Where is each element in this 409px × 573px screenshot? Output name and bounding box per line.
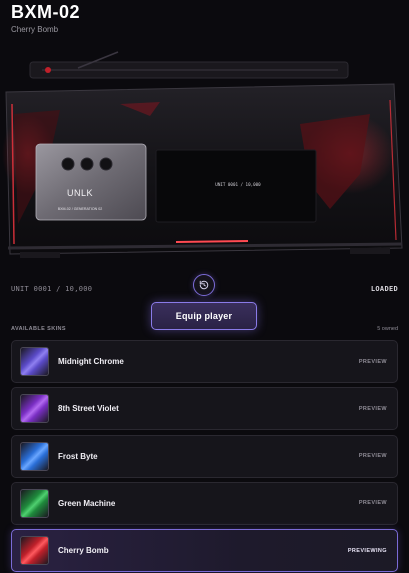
skin-item-green-machine[interactable]: Green Machine PREVIEW [11, 481, 398, 525]
device-brand: UNLK [67, 188, 93, 198]
skin-swatch [20, 347, 49, 376]
header: BXM-02 Cherry Bomb [11, 0, 80, 34]
skin-status[interactable]: PREVIEW [359, 406, 387, 412]
skin-swatch [20, 441, 49, 471]
skin-name: Green Machine [58, 498, 116, 508]
load-status: LOADED [370, 285, 398, 293]
skin-swatch [20, 394, 49, 424]
device-plate-caption: BXM-02 / GENERATION 02 [58, 207, 102, 211]
rotate-button[interactable] [193, 274, 215, 296]
skin-name: Cherry Bomb [58, 546, 109, 556]
rotate-ccw-icon [199, 280, 209, 290]
skins-owned-count: 5 owned [377, 326, 398, 332]
skin-list: Midnight Chrome PREVIEW 8th Street Viole… [11, 340, 398, 573]
skin-status[interactable]: PREVIEW [359, 359, 387, 365]
skin-name: 8th Street Violet [58, 404, 119, 414]
skin-item-8th-street-violet[interactable]: 8th Street Violet PREVIEW [11, 387, 398, 431]
skin-subtitle: Cherry Bomb [11, 25, 59, 34]
device-preview: UNLK BXM-02 / GENERATION 02 UNIT 0001 / … [2, 51, 403, 258]
skin-item-midnight-chrome[interactable]: Midnight Chrome PREVIEW [11, 340, 398, 383]
skin-item-cherry-bomb[interactable]: Cherry Bomb PREVIEWING [11, 529, 398, 573]
skin-status: PREVIEWING [347, 547, 387, 554]
skins-header: AVAILABLE SKINS 5 owned [11, 324, 398, 334]
skin-status[interactable]: PREVIEW [359, 453, 387, 459]
unit-label: UNIT 0001 / 10,000 [11, 285, 93, 293]
device-screen-text: UNIT 0001 / 10,000 [215, 182, 261, 187]
skin-swatch [20, 488, 49, 518]
skin-status[interactable]: PREVIEW [359, 500, 387, 506]
skin-swatch [20, 536, 49, 566]
skin-item-frost-byte[interactable]: Frost Byte PREVIEW [11, 434, 398, 478]
page-title: BXM-02 [11, 2, 81, 22]
skin-name: Frost Byte [58, 451, 98, 461]
skin-name: Midnight Chrome [58, 357, 124, 366]
skins-heading: AVAILABLE SKINS [11, 326, 66, 332]
